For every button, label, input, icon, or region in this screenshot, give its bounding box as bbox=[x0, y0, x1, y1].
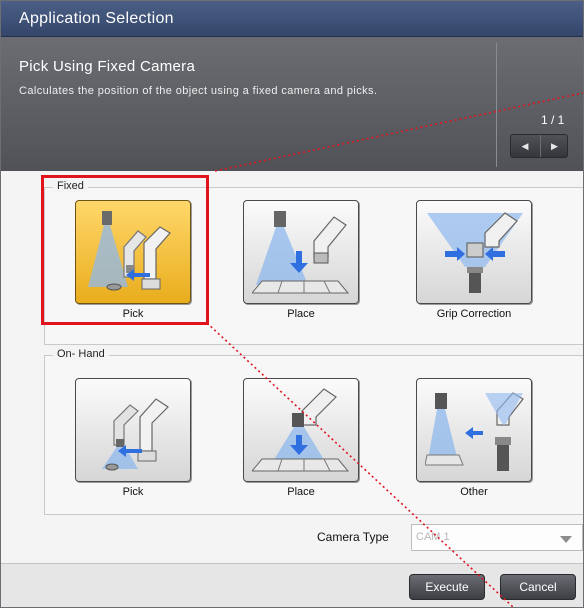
onhand-pick-icon bbox=[102, 398, 169, 471]
onhand-place-icon bbox=[252, 388, 350, 472]
page-indicator: 1 / 1 bbox=[541, 113, 565, 127]
onhand-place-tile[interactable] bbox=[243, 378, 359, 482]
onhand-group-label: On- Hand bbox=[53, 348, 109, 360]
execute-button[interactable]: Execute bbox=[409, 574, 485, 600]
fixed-pick-label: Pick bbox=[122, 308, 144, 320]
grip-correction-icon bbox=[427, 212, 523, 293]
chevron-down-icon[interactable] bbox=[560, 536, 572, 543]
onhand-pick-label: Pick bbox=[122, 486, 144, 498]
title-bar: Application Selection bbox=[1, 1, 583, 37]
next-page-button[interactable]: ▶ bbox=[540, 135, 568, 157]
window-title: Application Selection bbox=[19, 10, 174, 27]
application-selection-window: Application Selection Pick Using Fixed C… bbox=[0, 0, 584, 608]
onhand-place-label: Place bbox=[287, 486, 315, 498]
application-description: Calculates the position of the object us… bbox=[19, 85, 378, 97]
onhand-other-label: Other bbox=[460, 486, 488, 498]
fixed-group-label: Fixed bbox=[53, 180, 88, 192]
onhand-pick-tile[interactable] bbox=[75, 378, 191, 482]
fixed-place-tile[interactable] bbox=[243, 200, 359, 304]
onhand-other-tile[interactable] bbox=[416, 378, 532, 482]
camera-type-select[interactable]: CAM 1 bbox=[411, 524, 583, 551]
grip-correction-tile[interactable] bbox=[416, 200, 532, 304]
cancel-button[interactable]: Cancel bbox=[500, 574, 576, 600]
triangle-right-icon: ▶ bbox=[551, 141, 558, 151]
header-divider bbox=[496, 43, 497, 167]
onhand-group: On- Hand Pick Place Other bbox=[44, 348, 583, 515]
triangle-left-icon: ◀ bbox=[521, 141, 529, 151]
onhand-other-icon bbox=[425, 392, 524, 471]
camera-type-value: CAM 1 bbox=[416, 531, 450, 543]
fixed-group: Fixed Pick Place Grip Correction bbox=[44, 180, 583, 345]
description-header: Pick Using Fixed Camera Calculates the p… bbox=[1, 37, 583, 171]
pager: ◀ ▶ bbox=[510, 134, 568, 158]
grip-correction-label: Grip Correction bbox=[436, 308, 512, 320]
fixed-pick-tile[interactable] bbox=[75, 200, 191, 304]
fixed-pick-icon bbox=[88, 211, 171, 291]
prev-page-button[interactable]: ◀ bbox=[511, 135, 539, 157]
fixed-place-label: Place bbox=[287, 308, 315, 320]
footer-bar: Execute Cancel bbox=[1, 563, 583, 607]
application-title: Pick Using Fixed Camera bbox=[19, 58, 196, 75]
fixed-place-icon bbox=[252, 211, 350, 294]
camera-type-label: Camera Type bbox=[317, 530, 389, 544]
